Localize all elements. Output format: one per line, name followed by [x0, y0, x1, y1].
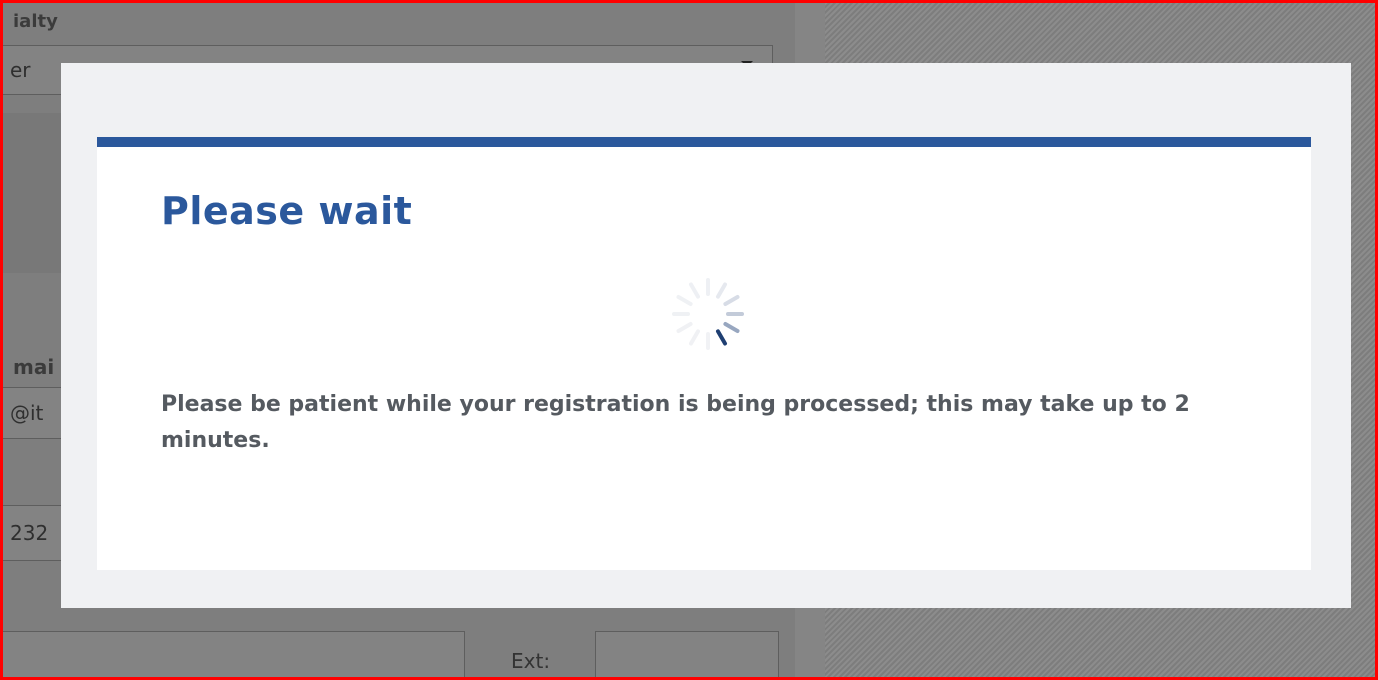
loading-spinner-icon	[672, 278, 744, 350]
specialty-label: ialty	[13, 11, 58, 32]
dialog-title: Please wait	[161, 189, 413, 233]
email-label: mai	[13, 355, 55, 379]
page-frame: ialty er mai @it 232 Ext: Please wait Pl…	[0, 0, 1378, 680]
please-wait-dialog: Please wait Please be patient while your…	[61, 63, 1351, 608]
dialog-content: Please wait Please be patient while your…	[97, 137, 1311, 570]
phone-field-value: 232	[10, 521, 49, 545]
ext-label: Ext:	[511, 649, 551, 673]
email-field-value: @it	[10, 401, 44, 425]
specialty-select-value: er	[10, 58, 31, 82]
phone-number-field[interactable]	[3, 631, 465, 677]
dialog-message: Please be patient while your registratio…	[161, 392, 1190, 453]
ext-field[interactable]	[595, 631, 779, 677]
